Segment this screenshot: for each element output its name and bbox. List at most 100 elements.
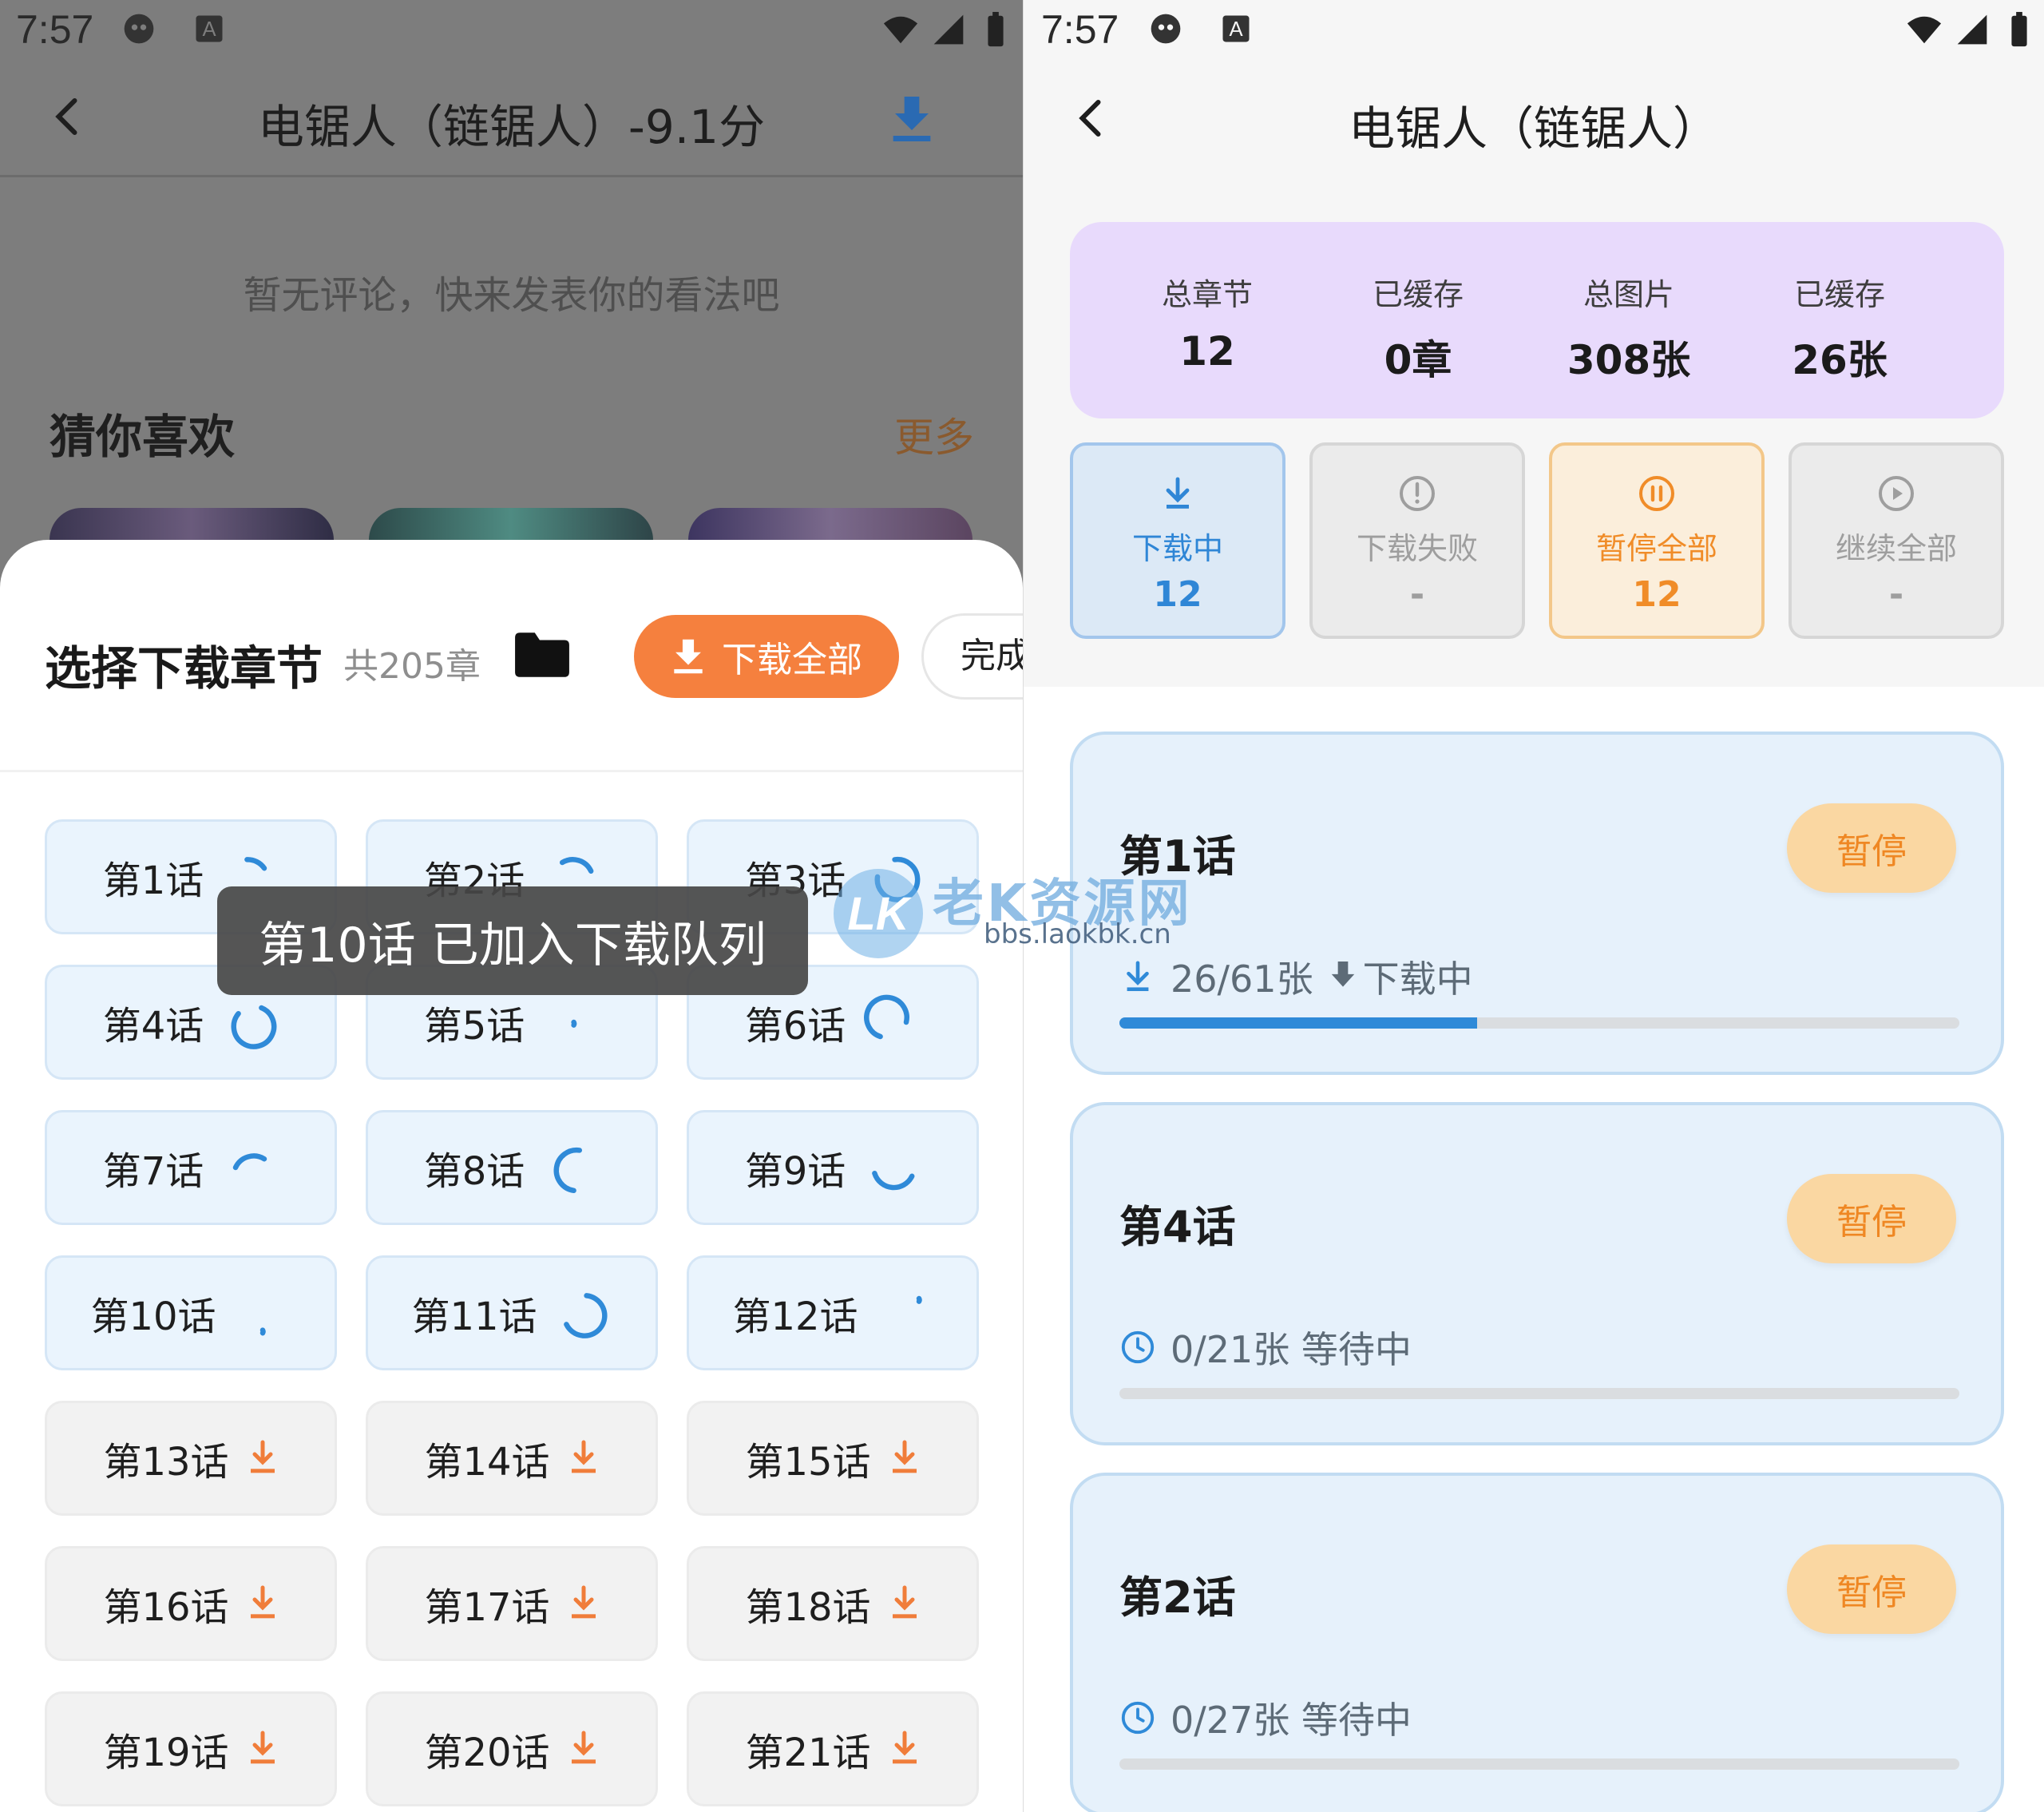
chapter-label: 第13话 [103,1440,229,1485]
stat-value: 26张 [1792,337,1888,383]
task-progress-bar [1119,1758,1959,1770]
loading-spinner-icon [571,1019,577,1028]
download-icon [571,1440,596,1473]
loading-spinner-icon [231,1005,277,1049]
pause-all-button[interactable]: 暂停全部 12 [1549,442,1765,639]
chapter-item[interactable]: 第13话 [45,1401,337,1516]
chapter-select-sheet: 选择下载章节 共205章 下载全部 完成 第1话 第2话 第3话 第4话 第5话 第6话第… [0,540,1023,1812]
chapter-item[interactable]: 第15话 [687,1401,979,1516]
chapter-label: 第11话 [411,1295,537,1339]
filter-failed-button[interactable]: 下载失败 - [1309,442,1525,639]
chapter-label: 第7话 [102,1149,204,1194]
download-icon[interactable] [889,94,934,144]
stat-total-chapters: 总章节 12 [1102,270,1313,375]
download-icon [892,1731,917,1764]
stat-label: 已缓存 [1372,277,1464,312]
loading-spinner-icon [872,1170,915,1191]
download-icon [892,1440,917,1473]
pause-button[interactable]: 暂停 [1787,1174,1956,1263]
chapter-label: 第18话 [745,1585,871,1630]
chapter-item[interactable]: 第10话 [45,1255,337,1370]
clock-icon [1121,1701,1155,1735]
loading-spinner-icon [259,1327,266,1336]
watermark-url: bbs.laokbk.cn [984,918,1171,950]
stat-value: 308张 [1567,337,1691,383]
status-time: 7:57 [16,7,94,52]
download-icon [571,1585,596,1619]
app-header: 电锯人（链锯人）-9.1分 [0,57,1023,177]
download-all-button[interactable]: 下载全部 [634,615,899,698]
chapter-label: 第16话 [103,1585,229,1630]
task-progress-bar [1119,1017,1959,1029]
stat-cached-chapters: 已缓存 0章 [1313,270,1523,386]
download-icon [250,1731,275,1764]
chapter-item[interactable]: 第11话 [366,1255,658,1370]
battery-icon [2011,11,2027,47]
chapter-item[interactable]: 第16话 [45,1546,337,1661]
recommend-title: 猜你喜欢 [50,410,236,464]
chapter-label: 第14话 [424,1440,550,1485]
chapter-count: 共205章 [343,646,481,687]
chapter-item[interactable]: 第21话 [687,1691,979,1806]
loading-spinner-icon [233,1153,267,1171]
chapter-item[interactable]: 第20话 [366,1691,658,1806]
action-label: 下载失败 [1356,531,1478,566]
more-link[interactable]: 更多 [894,406,974,463]
keyboard-a-icon: A [196,15,223,42]
filter-downloading-button[interactable]: 下载中 12 [1070,442,1285,639]
chapter-label: 第15话 [745,1440,871,1485]
chapter-item[interactable]: 第14话 [366,1401,658,1516]
action-value: 12 [1632,574,1682,615]
chapter-item[interactable]: 第19话 [45,1691,337,1806]
download-icon [571,1731,596,1764]
stat-cached-images: 已缓存 26张 [1734,270,1945,386]
wifi-icon [883,16,918,44]
status-time: 7:57 [1041,7,1119,52]
task-chapter-name: 第4话 [1119,1202,1236,1252]
loading-spinner-icon [563,1293,608,1338]
download-icon [250,1585,275,1619]
action-value: - [1409,574,1425,615]
download-icon [892,1585,917,1619]
chapter-item[interactable]: 第9话 [687,1110,979,1225]
pause-circle-icon [1639,476,1674,511]
pause-button[interactable]: 暂停 [1787,1544,1956,1634]
chapter-item[interactable]: 第18话 [687,1546,979,1661]
svg-text:A: A [202,18,216,41]
app-notification-icon [1151,14,1181,44]
chapter-label: 第19话 [103,1731,229,1775]
chapter-item[interactable]: 第7话 [45,1110,337,1225]
action-value: 12 [1153,574,1202,615]
loading-spinner-icon [553,1147,583,1194]
svg-text:A: A [1229,18,1243,41]
download-icon [1166,477,1190,509]
toast-message: 第10话 已加入下载队列 [217,886,808,995]
done-button[interactable]: 完成 [921,613,1023,700]
stat-label: 总章节 [1161,277,1253,312]
chapter-item[interactable]: 第17话 [366,1546,658,1661]
chapter-item[interactable]: 第12话 [687,1255,979,1370]
svg-text:LK: LK [847,888,912,940]
app-notification-icon [124,14,154,44]
action-label: 暂停全部 [1595,531,1717,566]
pause-button[interactable]: 暂停 [1787,803,1956,893]
page-title: 电锯人（链锯人） [1348,101,1719,156]
chapter-label: 第8话 [423,1149,525,1194]
battery-icon [988,11,1004,47]
task-progress-info: 0/27张 等待中 [1119,1691,1412,1744]
stat-total-images: 总图片 308张 [1523,270,1734,386]
stats-card: 总章节 12 已缓存 0章 总图片 308张 已缓存 26张 [1070,222,2004,418]
chapter-label: 第5话 [423,1004,525,1049]
download-icon [674,639,703,674]
chapter-item[interactable]: 第8话 [366,1110,658,1225]
download-task-card: 第2话 暂停 0/27张 等待中 [1070,1473,2004,1812]
chapter-label: 第9话 [744,1149,846,1194]
stat-label: 已缓存 [1793,277,1885,312]
clock-icon [1121,1330,1155,1364]
action-label: 下载中 [1131,531,1223,566]
chapter-label: 第12话 [732,1295,858,1339]
play-circle-icon [1879,476,1914,511]
loading-spinner-icon [916,1295,922,1304]
resume-all-button[interactable]: 继续全部 - [1788,442,2004,639]
folder-icon[interactable] [513,629,572,680]
